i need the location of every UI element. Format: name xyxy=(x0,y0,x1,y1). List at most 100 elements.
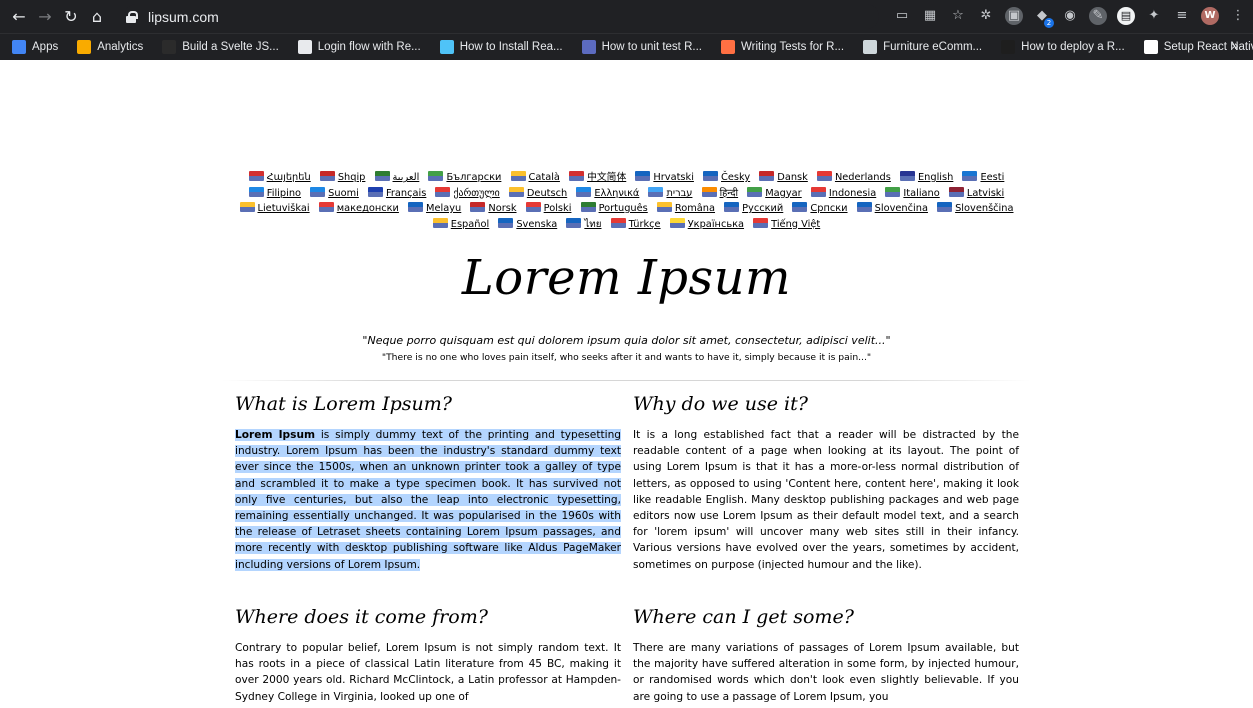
language-link[interactable]: Dansk xyxy=(759,170,808,186)
language-link[interactable]: Српски xyxy=(792,201,848,217)
language-label[interactable]: Tiếng Việt xyxy=(771,219,820,230)
language-label[interactable]: Pусский xyxy=(742,203,783,214)
language-link[interactable]: Italiano xyxy=(885,186,940,202)
language-label[interactable]: Ελληνικά xyxy=(594,188,639,199)
language-link[interactable]: македонски xyxy=(318,201,399,217)
language-label[interactable]: Slovenčina xyxy=(875,203,928,214)
language-label[interactable]: Català xyxy=(529,172,560,183)
language-link[interactable]: Lietuviškai xyxy=(239,201,310,217)
back-arrow-icon[interactable]: ← xyxy=(8,6,30,28)
bookmark-item[interactable]: Apps xyxy=(12,40,58,54)
language-link[interactable]: Português xyxy=(580,201,648,217)
address-url[interactable]: lipsum.com xyxy=(148,9,219,25)
language-link[interactable]: Pусский xyxy=(724,201,783,217)
language-link[interactable]: Latviski xyxy=(948,186,1004,202)
qr-code-icon[interactable]: ▦ xyxy=(921,7,939,25)
language-label[interactable]: Suomi xyxy=(328,188,359,199)
language-link[interactable]: Deutsch xyxy=(508,186,567,202)
language-link[interactable]: Türkçe xyxy=(610,217,661,233)
bookmark-item[interactable]: Writing Tests for R... xyxy=(720,40,844,54)
language-link[interactable]: ไทย xyxy=(566,217,601,233)
language-link[interactable]: Հայերեն xyxy=(248,170,311,186)
language-label[interactable]: Magyar xyxy=(765,188,802,199)
profile-avatar[interactable]: W xyxy=(1201,7,1219,25)
language-label[interactable]: हिन्दी xyxy=(720,188,739,199)
language-label[interactable]: Հայերեն xyxy=(267,172,311,183)
language-label[interactable]: Español xyxy=(451,219,489,230)
language-label[interactable]: 中文简体 xyxy=(587,172,626,183)
language-link[interactable]: Svenska xyxy=(498,217,557,233)
language-link[interactable]: Melayu xyxy=(408,201,461,217)
language-label[interactable]: Melayu xyxy=(426,203,461,214)
language-link[interactable]: العربية xyxy=(374,170,420,186)
extension-gear-icon[interactable]: ✲ xyxy=(977,7,995,25)
language-link[interactable]: Nederlands xyxy=(816,170,891,186)
language-label[interactable]: Deutsch xyxy=(527,188,567,199)
language-link[interactable]: Ελληνικά xyxy=(576,186,639,202)
extensions-puzzle-icon[interactable]: ✦ xyxy=(1145,7,1163,25)
address-bar[interactable]: lipsum.com xyxy=(124,4,879,29)
language-label[interactable]: עברית xyxy=(666,188,692,199)
language-link[interactable]: Slovenščina xyxy=(937,201,1014,217)
lock-icon[interactable] xyxy=(126,10,138,23)
bookmark-item[interactable]: Furniture eComm... xyxy=(863,40,982,54)
language-label[interactable]: Српски xyxy=(810,203,847,214)
language-label[interactable]: ไทย xyxy=(584,219,601,230)
language-link[interactable]: Tiếng Việt xyxy=(753,217,820,233)
language-link[interactable]: Polski xyxy=(525,201,572,217)
language-label[interactable]: Filipino xyxy=(267,188,301,199)
extension-doc-icon[interactable]: ▤ xyxy=(1117,7,1135,25)
cast-icon[interactable]: ▭ xyxy=(893,7,911,25)
language-label[interactable]: Shqip xyxy=(338,172,366,183)
language-label[interactable]: Български xyxy=(446,172,501,183)
language-label[interactable]: Italiano xyxy=(903,188,939,199)
extension-badge-icon[interactable]: ◆ xyxy=(1033,7,1054,28)
language-link[interactable]: Français xyxy=(367,186,426,202)
language-link[interactable]: Shqip xyxy=(319,170,366,186)
language-label[interactable]: Português xyxy=(599,203,648,214)
bookmark-item[interactable]: How to Install Rea... xyxy=(439,40,563,54)
language-label[interactable]: Norsk xyxy=(488,203,516,214)
language-label[interactable]: العربية xyxy=(393,172,420,183)
language-label[interactable]: Hrvatski xyxy=(653,172,694,183)
language-link[interactable]: Româna xyxy=(656,201,715,217)
language-link[interactable]: Norsk xyxy=(470,201,517,217)
language-label[interactable]: Nederlands xyxy=(835,172,891,183)
extension-pen-icon[interactable]: ✎ xyxy=(1089,7,1107,25)
language-link[interactable]: Українська xyxy=(669,217,744,233)
language-link[interactable]: Eesti xyxy=(962,170,1004,186)
language-link[interactable]: Български xyxy=(428,170,501,186)
language-link[interactable]: Suomi xyxy=(310,186,359,202)
language-link[interactable]: Español xyxy=(432,217,489,233)
language-link[interactable]: Indonesia xyxy=(810,186,876,202)
language-link[interactable]: 中文简体 xyxy=(569,170,626,186)
extension-chat-icon[interactable]: ▣ xyxy=(1005,7,1023,25)
language-link[interactable]: Slovenčina xyxy=(856,201,928,217)
language-link[interactable]: English xyxy=(899,170,953,186)
language-link[interactable]: עברית xyxy=(648,186,692,202)
bookmark-item[interactable]: Analytics xyxy=(77,40,143,54)
language-label[interactable]: Svenska xyxy=(516,219,557,230)
extension-camera-icon[interactable]: ◉ xyxy=(1061,7,1079,25)
language-label[interactable]: Français xyxy=(386,188,426,199)
language-link[interactable]: Magyar xyxy=(747,186,802,202)
language-label[interactable]: Українська xyxy=(688,219,744,230)
language-link[interactable]: ქართული xyxy=(435,186,500,202)
bookmark-star-icon[interactable]: ☆ xyxy=(949,7,967,25)
language-label[interactable]: Slovenščina xyxy=(955,203,1013,214)
bookmarks-overflow-icon[interactable]: » xyxy=(1231,39,1239,54)
language-label[interactable]: Lietuviškai xyxy=(258,203,310,214)
reload-icon[interactable]: ↻ xyxy=(60,6,82,28)
language-link[interactable]: Català xyxy=(510,170,560,186)
language-label[interactable]: Eesti xyxy=(980,172,1004,183)
reading-list-icon[interactable]: ≡ xyxy=(1173,7,1191,25)
language-label[interactable]: Latviski xyxy=(967,188,1004,199)
language-label[interactable]: Româna xyxy=(675,203,715,214)
language-label[interactable]: Polski xyxy=(544,203,572,214)
bookmark-item[interactable]: Login flow with Re... xyxy=(297,40,421,54)
home-icon[interactable]: ⌂ xyxy=(86,6,108,28)
language-label[interactable]: Türkçe xyxy=(629,219,661,230)
language-label[interactable]: македонски xyxy=(337,203,399,214)
language-label[interactable]: English xyxy=(918,172,953,183)
kebab-menu-icon[interactable]: ⋮ xyxy=(1229,7,1247,25)
